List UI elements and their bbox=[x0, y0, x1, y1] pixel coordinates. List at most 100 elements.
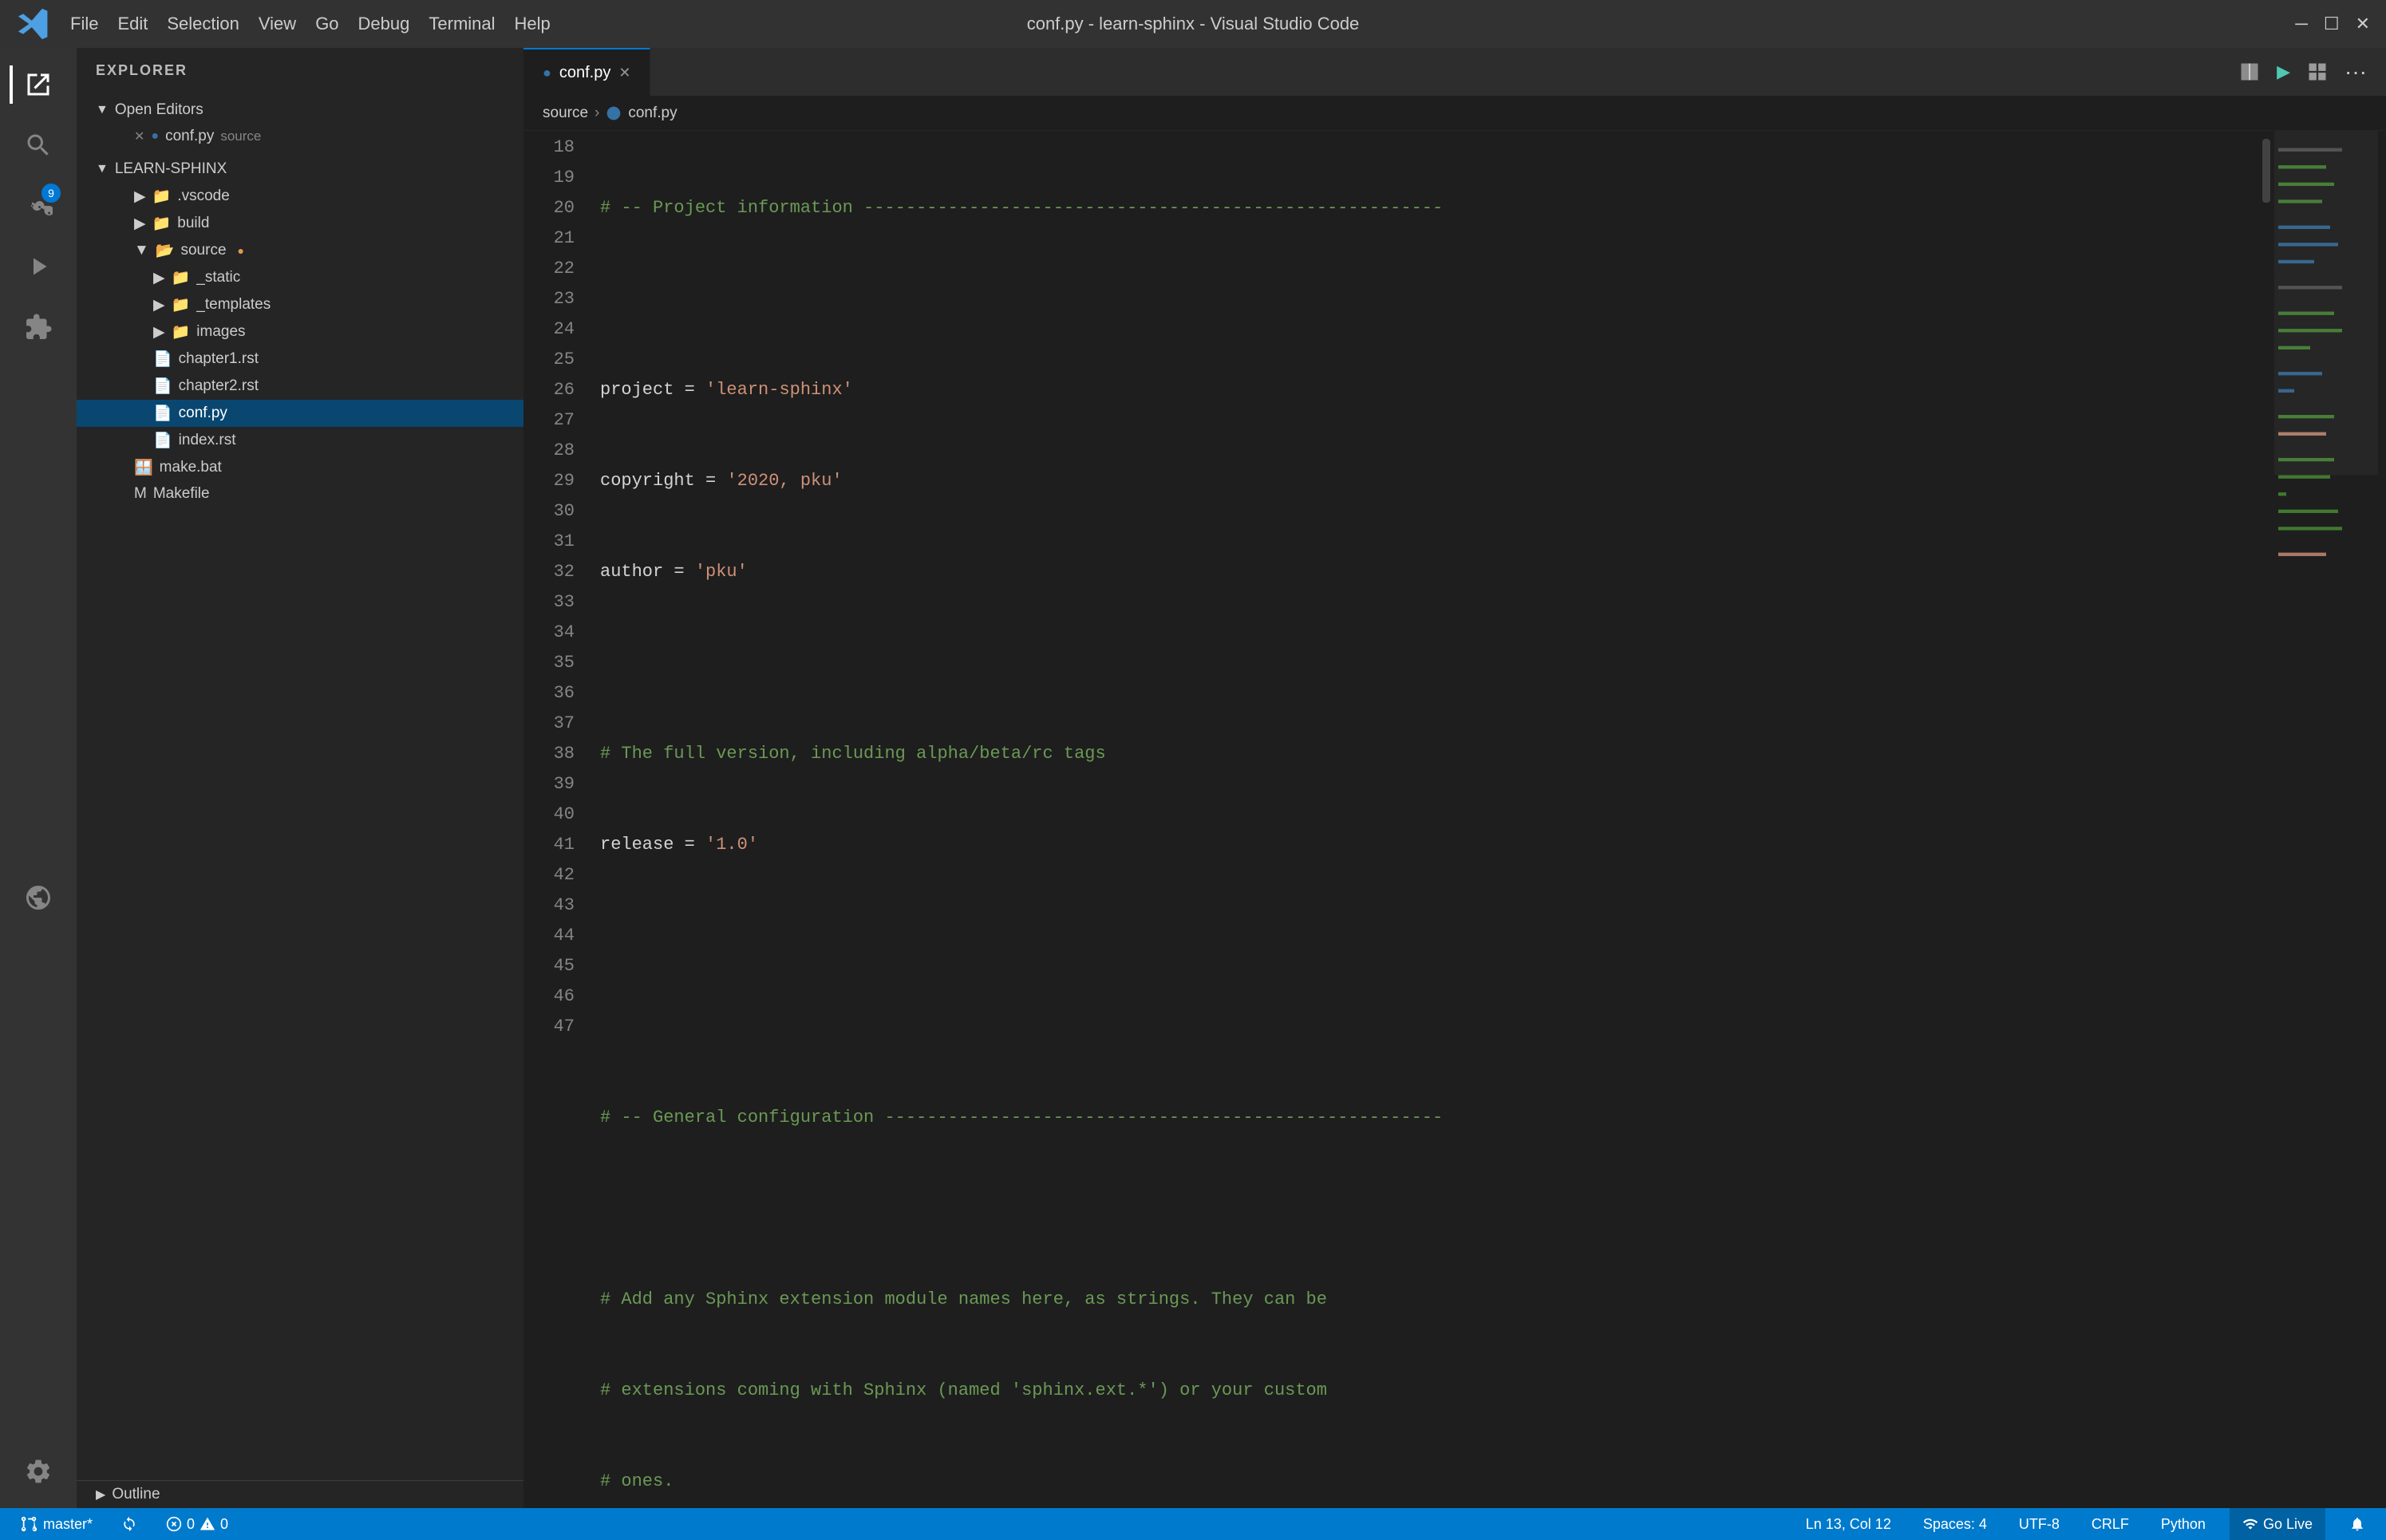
line-numbers: 18 19 20 21 22 23 24 25 26 27 28 29 30 3… bbox=[523, 131, 587, 1508]
open-editors-toggle[interactable]: ▼ Open Editors bbox=[77, 97, 523, 124]
cursor-position[interactable]: Ln 13, Col 12 bbox=[1798, 1508, 1899, 1540]
split-editor-icon[interactable] bbox=[2238, 61, 2261, 83]
sidebar-item-static[interactable]: ▶ 📁 _static bbox=[77, 264, 523, 291]
go-live-text: Go Live bbox=[2263, 1516, 2313, 1533]
indentation[interactable]: Spaces: 4 bbox=[1915, 1508, 1995, 1540]
menu-selection[interactable]: Selection bbox=[167, 14, 239, 34]
editor-layout-icon[interactable] bbox=[2306, 61, 2329, 83]
sidebar-item-index[interactable]: 📄 index.rst bbox=[77, 427, 523, 454]
code-content[interactable]: # -- Project information ---------------… bbox=[587, 131, 2258, 1508]
language-text: Python bbox=[2161, 1516, 2206, 1533]
folder-icon: 📁 bbox=[152, 214, 172, 233]
code-line-19 bbox=[600, 284, 2258, 314]
position-text: Ln 13, Col 12 bbox=[1806, 1516, 1891, 1533]
vertical-scrollbar[interactable] bbox=[2258, 131, 2274, 1508]
spaces-text: Spaces: 4 bbox=[1923, 1516, 1987, 1533]
sidebar-item-source[interactable]: ▼ 📂 source bbox=[77, 237, 523, 264]
folder-icon: 📁 bbox=[172, 322, 191, 342]
line-ending[interactable]: CRLF bbox=[2084, 1508, 2137, 1540]
folder-icon: 📁 bbox=[172, 295, 191, 314]
tab-close-button[interactable]: ✕ bbox=[618, 65, 630, 81]
activity-extensions[interactable] bbox=[10, 298, 67, 356]
outline-section: ▶ Outline bbox=[77, 1480, 523, 1508]
open-editors-section: ▼ Open Editors ✕ ● conf.py source bbox=[77, 93, 523, 152]
code-line-26 bbox=[600, 921, 2258, 951]
sidebar-item-build[interactable]: ▶ 📁 build bbox=[77, 210, 523, 237]
file-label: make.bat bbox=[160, 459, 222, 476]
errors-btn[interactable]: 0 0 bbox=[158, 1508, 236, 1540]
open-editor-source: source bbox=[220, 128, 261, 144]
open-editor-filename: conf.py bbox=[165, 128, 214, 145]
menu-view[interactable]: View bbox=[259, 14, 296, 34]
menu-go[interactable]: Go bbox=[315, 14, 338, 34]
git-branch-icon bbox=[21, 1515, 38, 1533]
go-live-btn[interactable]: Go Live bbox=[2230, 1508, 2325, 1540]
activity-settings[interactable] bbox=[10, 1443, 67, 1500]
activity-remote[interactable] bbox=[10, 869, 67, 926]
line-ending-text: CRLF bbox=[2092, 1516, 2129, 1533]
file-label: Makefile bbox=[153, 485, 210, 503]
language-mode[interactable]: Python bbox=[2153, 1508, 2214, 1540]
sidebar-item-vscode[interactable]: ▶ 📁 .vscode bbox=[77, 183, 523, 210]
file-windows-icon: 🪟 bbox=[134, 458, 153, 477]
activity-explorer[interactable] bbox=[10, 56, 67, 113]
sidebar: Explorer ▼ Open Editors ✕ ● conf.py sour… bbox=[77, 48, 523, 1508]
menu-debug[interactable]: Debug bbox=[358, 14, 410, 34]
chevron-right-icon: ▶ bbox=[153, 269, 165, 287]
sidebar-item-chapter2[interactable]: 📄 chapter2.rst bbox=[77, 373, 523, 400]
breadcrumb-source[interactable]: source bbox=[543, 105, 588, 122]
code-line-20: project = 'learn-sphinx' bbox=[600, 375, 2258, 405]
sidebar-item-makefile[interactable]: M Makefile bbox=[77, 481, 523, 507]
code-line-28: # -- General configuration -------------… bbox=[600, 1103, 2258, 1133]
sidebar-item-chapter1[interactable]: 📄 chapter1.rst bbox=[77, 346, 523, 373]
close-icon[interactable]: ✕ bbox=[134, 128, 144, 144]
tab-py-icon: ● bbox=[543, 65, 551, 81]
minimize-button[interactable]: ─ bbox=[2295, 14, 2308, 34]
project-toggle[interactable]: ▼ LEARN-SPHINX bbox=[77, 156, 523, 183]
encoding[interactable]: UTF-8 bbox=[2011, 1508, 2068, 1540]
open-editors-label: Open Editors bbox=[115, 101, 203, 119]
status-bar: master* 0 0 Ln 13, Col 12 Spaces: 4 UTF-… bbox=[0, 1508, 2386, 1540]
project-name: LEARN-SPHINX bbox=[115, 160, 227, 178]
sidebar-item-templates[interactable]: ▶ 📁 _templates bbox=[77, 291, 523, 318]
menu-help[interactable]: Help bbox=[515, 14, 551, 34]
activity-source-control[interactable]: 9 bbox=[10, 177, 67, 235]
open-editor-confpy[interactable]: ✕ ● conf.py source bbox=[77, 124, 523, 149]
file-label: chapter2.rst bbox=[179, 377, 259, 395]
code-line-30: # Add any Sphinx extension module names … bbox=[600, 1285, 2258, 1315]
sync-icon-btn[interactable] bbox=[113, 1508, 145, 1540]
titlebar-menu: File Edit Selection View Go Debug Termin… bbox=[70, 14, 551, 34]
sidebar-item-confpy[interactable]: 📄 conf.py bbox=[77, 400, 523, 427]
branch-name: master* bbox=[43, 1516, 93, 1533]
sidebar-item-makebat[interactable]: 🪟 make.bat bbox=[77, 454, 523, 481]
maximize-button[interactable]: ☐ bbox=[2324, 14, 2340, 34]
scrollbar-thumb[interactable] bbox=[2262, 139, 2270, 203]
notifications-btn[interactable] bbox=[2341, 1508, 2373, 1540]
code-line-22: author = 'pku' bbox=[600, 557, 2258, 587]
code-line-23 bbox=[600, 648, 2258, 678]
tab-confpy[interactable]: ● conf.py ✕ bbox=[523, 48, 650, 96]
file-label: chapter1.rst bbox=[179, 350, 259, 368]
folder-label: source bbox=[180, 242, 226, 259]
menu-file[interactable]: File bbox=[70, 14, 98, 34]
breadcrumb-file[interactable]: conf.py bbox=[628, 105, 677, 122]
vscode-logo-icon bbox=[16, 6, 51, 41]
breadcrumb-py-icon bbox=[606, 105, 622, 121]
activity-search[interactable] bbox=[10, 116, 67, 174]
sidebar-item-images[interactable]: ▶ 📁 images bbox=[77, 318, 523, 346]
run-python-icon[interactable]: ▶ bbox=[2277, 61, 2290, 82]
outline-toggle[interactable]: ▶ Outline bbox=[77, 1481, 523, 1508]
more-actions-icon[interactable]: ··· bbox=[2345, 59, 2367, 85]
close-button[interactable]: ✕ bbox=[2356, 14, 2370, 34]
git-branch[interactable]: master* bbox=[13, 1508, 101, 1540]
menu-edit[interactable]: Edit bbox=[117, 14, 148, 34]
menu-terminal[interactable]: Terminal bbox=[429, 14, 495, 34]
activity-run[interactable] bbox=[10, 238, 67, 295]
chevron-down-icon: ▼ bbox=[96, 103, 109, 117]
code-line-32: # ones. bbox=[600, 1467, 2258, 1497]
error-count: 0 bbox=[187, 1516, 195, 1533]
warning-icon bbox=[199, 1516, 215, 1532]
code-line-31: # extensions coming with Sphinx (named '… bbox=[600, 1376, 2258, 1406]
chevron-right-icon: ▶ bbox=[153, 323, 165, 342]
tab-filename: conf.py bbox=[559, 64, 610, 82]
